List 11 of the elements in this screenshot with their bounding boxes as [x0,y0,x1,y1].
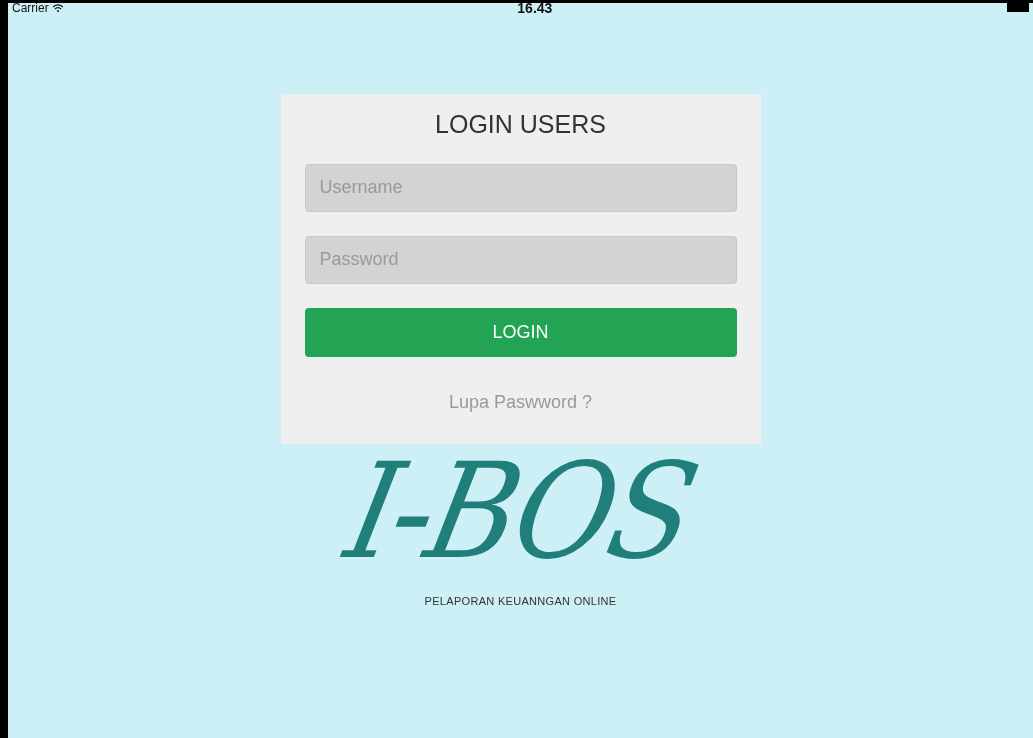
clock-time: 16.43 [517,3,553,13]
tagline: PELAPORAN KEUANNGAN ONLINE [424,594,617,607]
wifi-icon [52,4,63,12]
battery-icon [1007,3,1029,12]
carrier-label: Carrier [12,3,49,13]
login-title: LOGIN USERS [434,109,607,140]
login-button[interactable]: LOGIN [304,307,737,357]
logo: I-BOS [337,445,704,578]
forgot-password-link[interactable]: Lupa Paswword ? [448,391,593,412]
username-field[interactable]: Username [304,163,737,212]
password-field[interactable]: Password [304,235,737,284]
